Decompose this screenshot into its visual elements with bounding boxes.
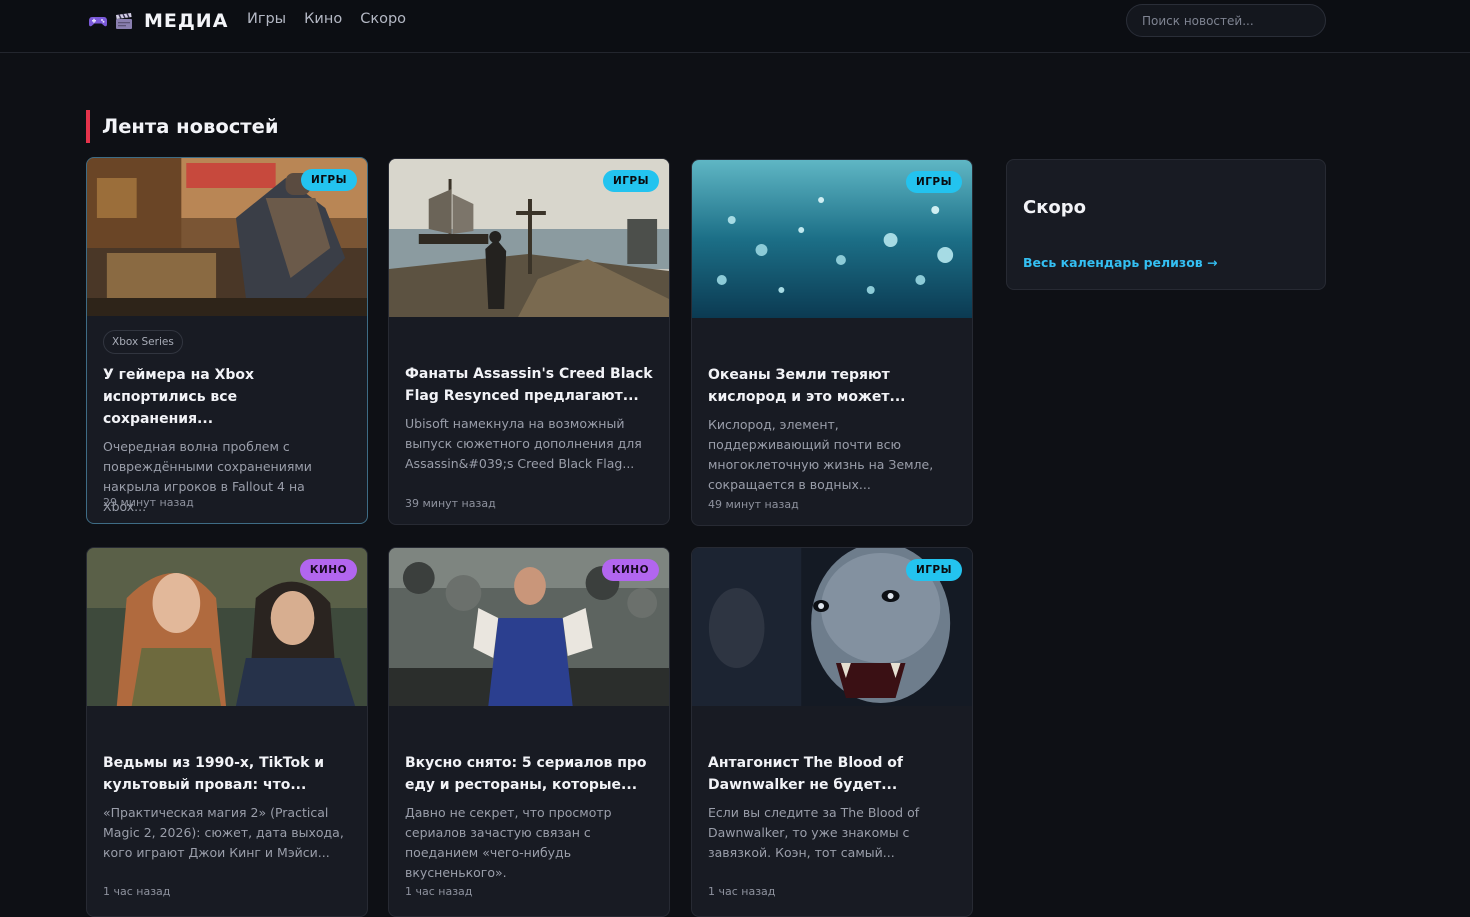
news-card[interactable]: ИГРЫ Океаны Земли теряют кислород и это … (691, 159, 973, 526)
card-thumbnail: ИГРЫ (692, 548, 972, 706)
nav-item-soon[interactable]: Скоро (360, 11, 406, 27)
category-badge: ИГРЫ (905, 559, 962, 581)
logo-text: МЕДИА (144, 10, 229, 32)
card-description: «Практическая магия 2» (Practical Magic … (103, 805, 344, 860)
news-card[interactable]: КИНО Ведьмы из 1990-х, TikTok и культовы… (86, 547, 368, 917)
search-input[interactable] (1126, 4, 1326, 37)
news-card[interactable]: КИНО Вкусно снято: 5 сериалов про еду и … (388, 547, 670, 917)
category-badge: ИГРЫ (300, 169, 357, 191)
card-thumbnail: КИНО (87, 548, 367, 706)
card-title[interactable]: Фанаты Assassin's Creed Black Flag Resyn… (405, 363, 653, 407)
category-badge: КИНО (299, 559, 357, 581)
card-thumbnail: ИГРЫ (692, 160, 972, 318)
news-card[interactable]: ИГРЫ Антагонист The Blood of Dawnwalker … (691, 547, 973, 917)
card-time: 49 минут назад (708, 498, 799, 511)
card-title[interactable]: Океаны Земли теряют кислород и это может… (708, 364, 956, 408)
card-description: Кислород, элемент, поддерживающий почти … (708, 417, 934, 492)
card-title[interactable]: У геймера на Xbox испортились все сохран… (103, 364, 351, 430)
card-time: 1 час назад (708, 885, 776, 898)
card-title[interactable]: Ведьмы из 1990-х, TikTok и культовый про… (103, 752, 351, 796)
category-badge: ИГРЫ (602, 170, 659, 192)
card-time: 1 час назад (405, 885, 473, 898)
site-logo[interactable]: МЕДИА (88, 10, 228, 32)
upcoming-panel: Скоро Весь календарь релизов → (1006, 159, 1326, 290)
card-thumbnail: КИНО (389, 548, 669, 706)
card-description: Давно не секрет, что просмотр сериалов з… (405, 805, 612, 880)
upcoming-title: Скоро (1023, 197, 1087, 218)
card-thumbnail: ИГРЫ (87, 158, 367, 316)
section-title: Лента новостей (86, 110, 279, 143)
card-time: 1 час назад (103, 885, 171, 898)
news-card[interactable]: ИГРЫ Xbox Series У геймера на Xbox испор… (86, 157, 368, 524)
gamepad-icon (88, 11, 108, 31)
release-calendar-link[interactable]: Весь календарь релизов → (1023, 255, 1218, 270)
clapperboard-icon (114, 11, 134, 31)
card-time: 29 минут назад (103, 496, 194, 509)
news-card[interactable]: ИГРЫ Фанаты Assassin's Creed Black Flag … (388, 158, 670, 525)
main-nav: Игры Кино Скоро (247, 11, 406, 27)
card-time: 39 минут назад (405, 497, 496, 510)
card-description: Ubisoft намекнула на возможный выпуск сю… (405, 416, 642, 471)
card-description: Если вы следите за The Blood of Dawnwalk… (708, 805, 920, 860)
card-tag[interactable]: Xbox Series (103, 330, 183, 354)
card-title[interactable]: Антагонист The Blood of Dawnwalker не бу… (708, 752, 956, 796)
category-badge: КИНО (601, 559, 659, 581)
card-thumbnail: ИГРЫ (389, 159, 669, 317)
category-badge: ИГРЫ (905, 171, 962, 193)
card-title[interactable]: Вкусно снято: 5 сериалов про еду и ресто… (405, 752, 653, 796)
nav-item-games[interactable]: Игры (247, 11, 286, 27)
top-header: МЕДИА Игры Кино Скоро (0, 0, 1470, 53)
nav-item-movies[interactable]: Кино (304, 11, 342, 27)
